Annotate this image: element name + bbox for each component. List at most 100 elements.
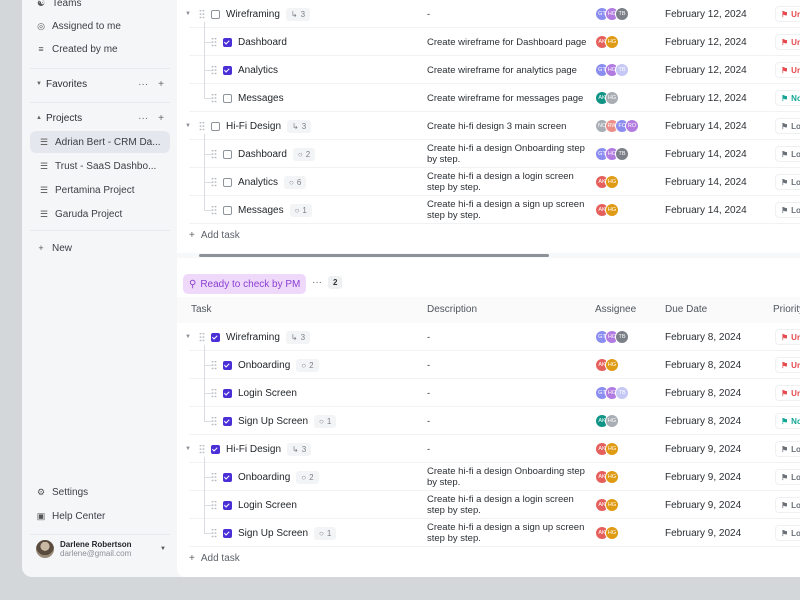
task-checkbox[interactable] (211, 9, 220, 19)
priority-badge[interactable]: ⚑ Urgent (775, 329, 800, 345)
assignee-avatar[interactable]: TB (615, 63, 629, 77)
assignee-group[interactable]: AK HG (595, 91, 619, 105)
due-date[interactable]: February 12, 2024 (665, 0, 747, 28)
task-checkbox[interactable] (223, 205, 232, 215)
priority-badge[interactable]: ⚑ Normal (775, 90, 800, 106)
priority-badge[interactable]: ⚑ Urgent (775, 357, 800, 373)
user-profile[interactable]: Darlene Robertson darlene@gmail.com ▼ (36, 540, 166, 558)
assignee-avatar[interactable]: TB (615, 7, 629, 21)
task-name[interactable]: Dashboard (238, 37, 287, 48)
column-header-task[interactable]: Task (191, 304, 212, 315)
assignee-avatar[interactable]: HG (605, 498, 619, 512)
nav-created-by-me[interactable]: ≡ Created by me (30, 38, 170, 60)
collapse-caret-icon[interactable]: ▼ (185, 334, 193, 340)
project-item[interactable]: ☰ Pertamina Project (30, 179, 170, 201)
column-header-due-date[interactable]: Due Date (665, 304, 707, 315)
favorites-section-header[interactable]: ▼ Favorites ··· + (30, 74, 170, 94)
collapse-caret-icon[interactable]: ▼ (185, 446, 193, 452)
table-row[interactable]: ▼ Wireframing ↳ 3 - GT HG TB February 8, 20… (177, 323, 800, 351)
assignee-avatar[interactable]: HG (605, 91, 619, 105)
due-date[interactable]: February 9, 2024 (665, 463, 741, 491)
task-checkbox[interactable] (211, 332, 220, 342)
due-date[interactable]: February 9, 2024 (665, 519, 741, 547)
task-name[interactable]: Messages (238, 205, 284, 216)
assignee-avatar[interactable]: TB (615, 147, 629, 161)
due-date[interactable]: February 12, 2024 (665, 28, 747, 56)
table-row[interactable]: ▼ Hi-Fi Design ↳ 3 - AK HG February 9, 202… (177, 435, 800, 463)
priority-badge[interactable]: ⚑ Urgent (775, 34, 800, 50)
assignee-group[interactable]: GT HG TB (595, 63, 629, 77)
task-name[interactable]: Hi-Fi Design (226, 121, 281, 132)
task-checkbox[interactable] (211, 121, 220, 131)
group-more-button[interactable]: ··· (312, 277, 322, 288)
assignee-group[interactable]: GT HG TB (595, 147, 629, 161)
task-name[interactable]: Hi-Fi Design (226, 444, 281, 455)
priority-badge[interactable]: ⚑ Low (775, 441, 800, 457)
assignee-group[interactable]: AK HG (595, 470, 619, 484)
task-name[interactable]: Dashboard (238, 149, 287, 160)
assignee-group[interactable]: GT HG TB (595, 386, 629, 400)
assignee-avatar[interactable]: TB (615, 330, 629, 344)
assignee-avatar[interactable]: HG (605, 203, 619, 217)
task-checkbox[interactable] (223, 472, 232, 482)
column-header-priority[interactable]: Priority (773, 304, 800, 315)
priority-badge[interactable]: ⚑ Low (775, 118, 800, 134)
table-row[interactable]: Messages ○ 1 Create hi-fi a design a sign… (177, 196, 800, 224)
add-task-button[interactable]: + Add task (189, 230, 240, 241)
assignee-group[interactable]: GT HG TB (595, 330, 629, 344)
drag-handle-icon[interactable] (199, 121, 205, 131)
assignee-group[interactable]: AK HG (595, 358, 619, 372)
favorites-add-button[interactable]: + (158, 79, 164, 90)
table-row[interactable]: Analytics Create wireframe for analytics… (177, 56, 800, 84)
assignee-avatar[interactable]: HG (605, 442, 619, 456)
group-status-tag[interactable]: ⚲ Ready to check by PM (183, 274, 307, 294)
task-name[interactable]: Analytics (238, 177, 278, 188)
table-row[interactable]: Dashboard ○ 2 Create hi-fi a design Onboa… (177, 140, 800, 168)
column-header-description[interactable]: Description (427, 304, 477, 315)
due-date[interactable]: February 12, 2024 (665, 56, 747, 84)
caret-down-icon[interactable]: ▼ (160, 546, 166, 552)
assignee-group[interactable]: AK HG (595, 175, 619, 189)
task-name[interactable]: Wireframing (226, 9, 280, 20)
drag-handle-icon[interactable] (199, 444, 205, 454)
task-checkbox[interactable] (223, 65, 232, 75)
assignee-group[interactable]: AK HG (595, 526, 619, 540)
assignee-group[interactable]: AK HG (595, 414, 619, 428)
task-name[interactable]: Analytics (238, 65, 278, 76)
table-row[interactable]: Onboarding ○ 2 Create hi-fi a design Onbo… (177, 463, 800, 491)
task-checkbox[interactable] (223, 149, 232, 159)
assignee-avatar[interactable]: HG (605, 358, 619, 372)
assignee-avatar[interactable]: HG (605, 526, 619, 540)
add-task-button[interactable]: + Add task (189, 553, 240, 564)
due-date[interactable]: February 8, 2024 (665, 351, 741, 379)
due-date[interactable]: February 14, 2024 (665, 112, 747, 140)
due-date[interactable]: February 14, 2024 (665, 196, 747, 224)
task-checkbox[interactable] (223, 177, 232, 187)
assignee-group[interactable]: AK HG (595, 35, 619, 49)
due-date[interactable]: February 8, 2024 (665, 323, 741, 351)
table-row[interactable]: Login Screen - GT HG TB February 8, 2024 ⚑… (177, 379, 800, 407)
collapse-caret-icon[interactable]: ▼ (185, 11, 193, 17)
priority-badge[interactable]: ⚑ Urgent (775, 6, 800, 22)
task-name[interactable]: Onboarding (238, 472, 290, 483)
priority-badge[interactable]: ⚑ Urgent (775, 385, 800, 401)
assignee-group[interactable]: GT HG TB (595, 7, 629, 21)
priority-badge[interactable]: ⚑ Low (775, 174, 800, 190)
project-item[interactable]: ☰ Garuda Project (30, 203, 170, 225)
projects-add-button[interactable]: + (158, 113, 164, 124)
table-row[interactable]: ▼ Wireframing ↳ 3 - GT HG TB February 12, 2… (177, 0, 800, 28)
settings-link[interactable]: ⚙ Settings (30, 481, 170, 503)
task-name[interactable]: Sign Up Screen (238, 416, 308, 427)
assignee-group[interactable]: NC RW FC RO (595, 119, 639, 133)
table-row[interactable]: Onboarding ○ 2 - AK HG February 8, 2024 ⚑ … (177, 351, 800, 379)
task-name[interactable]: Messages (238, 93, 284, 104)
due-date[interactable]: February 9, 2024 (665, 435, 741, 463)
due-date[interactable]: February 8, 2024 (665, 407, 741, 435)
priority-badge[interactable]: ⚑ Low (775, 469, 800, 485)
due-date[interactable]: February 9, 2024 (665, 491, 741, 519)
due-date[interactable]: February 14, 2024 (665, 168, 747, 196)
priority-badge[interactable]: ⚑ Low (775, 497, 800, 513)
task-checkbox[interactable] (223, 37, 232, 47)
task-name[interactable]: Sign Up Screen (238, 528, 308, 539)
table-row[interactable]: Sign Up Screen ○ 1 - AK HG February 8, 202… (177, 407, 800, 435)
